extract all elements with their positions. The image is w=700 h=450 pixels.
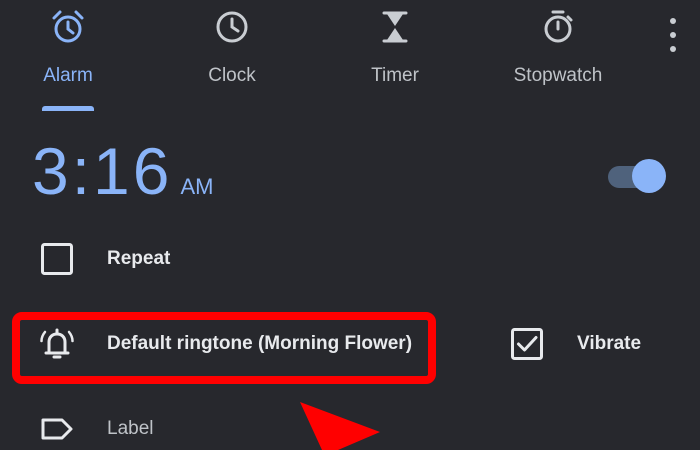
clock-icon — [216, 11, 248, 43]
more-vertical-icon[interactable] — [662, 18, 684, 52]
vibrate-checkbox[interactable] — [510, 327, 544, 361]
tab-clock-label: Clock — [208, 65, 256, 86]
alarm-time-value: 3:16 — [32, 134, 173, 208]
label-row[interactable]: Label — [40, 412, 154, 446]
tab-stopwatch-label: Stopwatch — [513, 65, 603, 86]
menu-dot — [670, 32, 676, 38]
alarm-time-ampm: AM — [180, 174, 214, 199]
repeat-row[interactable]: Repeat — [40, 242, 170, 276]
label-field-label: Label — [107, 418, 154, 439]
active-tab-indicator — [42, 106, 94, 111]
tab-timer[interactable]: Timer — [352, 0, 438, 110]
label-tag-icon — [41, 418, 73, 440]
vibrate-row[interactable]: Vibrate — [510, 327, 641, 361]
menu-dot — [670, 18, 676, 24]
tab-clock[interactable]: Clock — [190, 0, 274, 110]
tab-bar: Alarm Clock Timer Stopwatch — [0, 0, 700, 115]
repeat-checkbox[interactable] — [40, 242, 74, 276]
hourglass-icon — [382, 11, 408, 43]
tab-alarm[interactable]: Alarm — [28, 0, 108, 110]
stopwatch-icon — [544, 10, 573, 43]
tab-alarm-label: Alarm — [43, 65, 93, 86]
alarm-screen: Alarm Clock Timer Stopwatch 3:16 AM Repe… — [0, 0, 700, 450]
tab-stopwatch[interactable]: Stopwatch — [500, 0, 616, 110]
vibrate-label: Vibrate — [577, 333, 642, 354]
red-arrow-pointer — [300, 402, 380, 450]
ringtone-highlight-box — [12, 312, 436, 384]
menu-dot — [670, 46, 676, 52]
repeat-label: Repeat — [107, 248, 171, 269]
toggle-knob — [632, 159, 666, 193]
tab-timer-label: Timer — [371, 65, 419, 86]
alarm-time[interactable]: 3:16 AM — [32, 138, 213, 204]
alarm-clock-icon — [52, 10, 84, 43]
alarm-enabled-toggle[interactable] — [606, 158, 666, 194]
